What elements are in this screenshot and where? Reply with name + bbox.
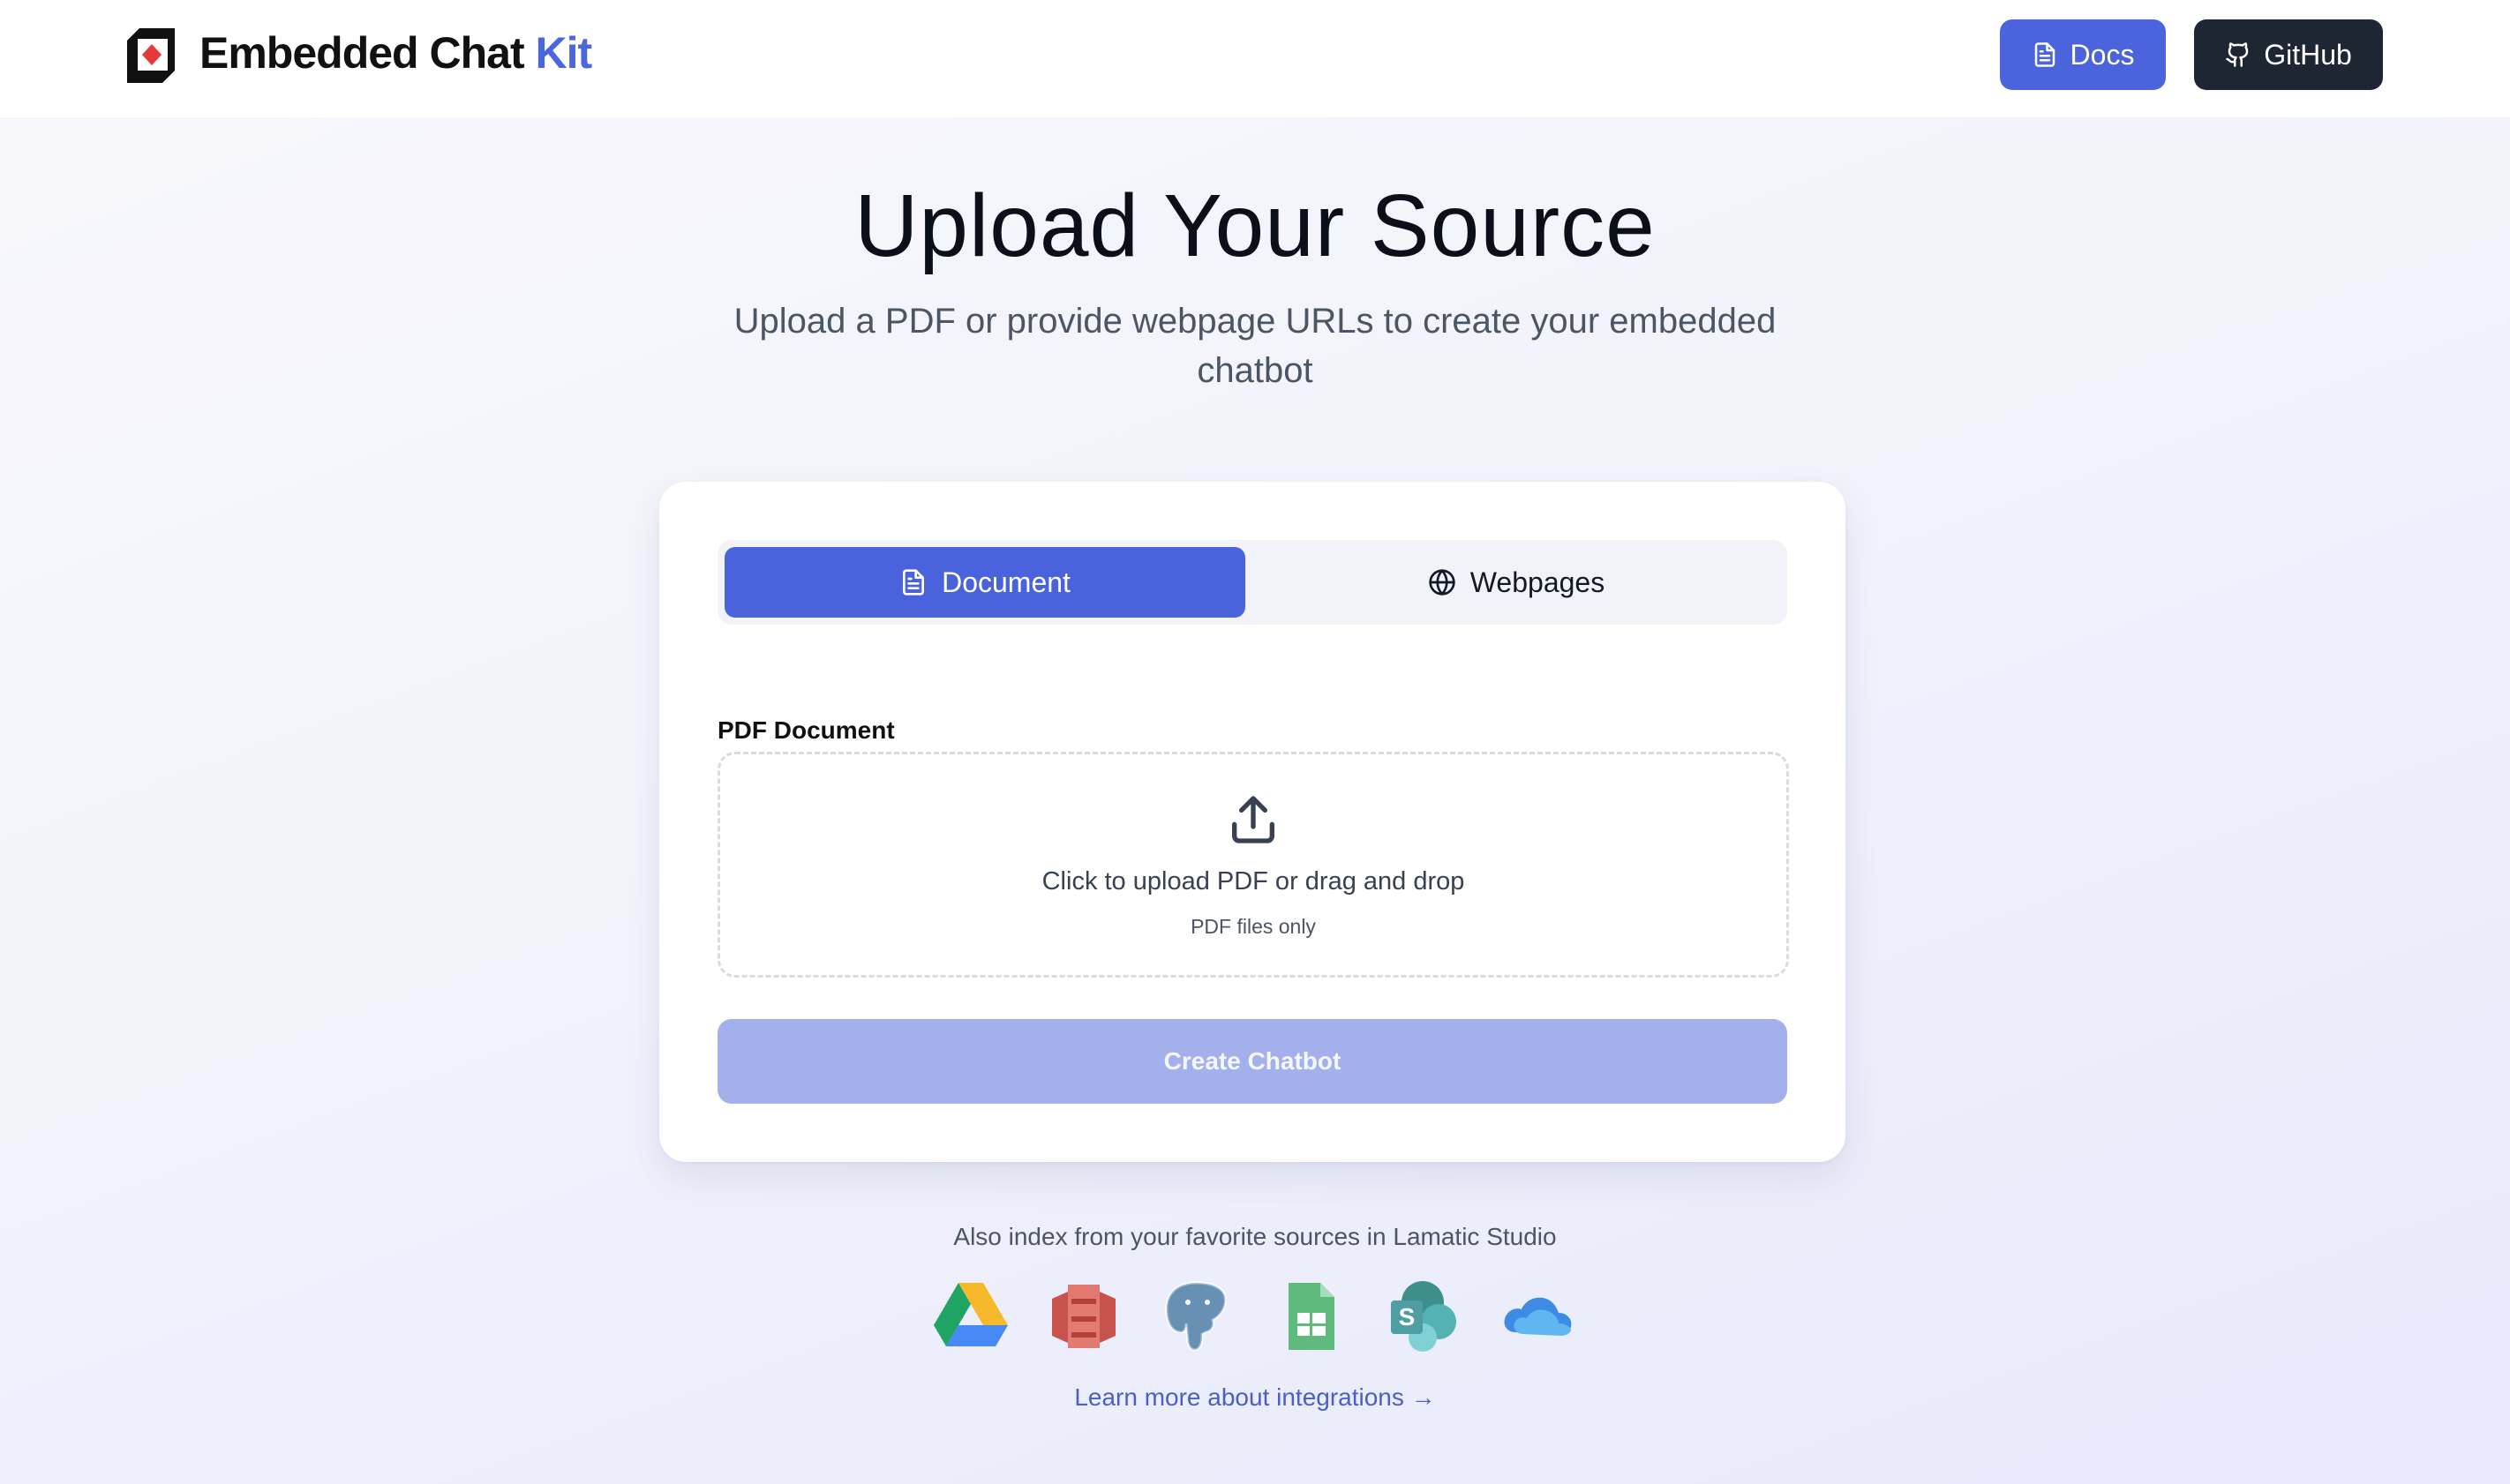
tab-document[interactable]: Document bbox=[725, 547, 1245, 618]
integration-icons-row: S bbox=[932, 1278, 1576, 1357]
learn-more-integrations-link[interactable]: Learn more about integrations → bbox=[0, 1382, 2510, 1413]
aws-s3-icon[interactable] bbox=[1045, 1278, 1123, 1355]
onedrive-icon[interactable] bbox=[1497, 1278, 1574, 1355]
docs-button[interactable]: Docs bbox=[2000, 19, 2166, 90]
docs-button-label: Docs bbox=[2070, 38, 2135, 71]
github-button[interactable]: GitHub bbox=[2194, 19, 2383, 90]
pdf-document-label: PDF Document bbox=[718, 716, 895, 744]
page-title: Upload Your Source bbox=[854, 176, 1656, 275]
upload-card: Document Webpages PDF Document Click to … bbox=[659, 482, 1845, 1162]
create-chatbot-button[interactable]: Create Chatbot bbox=[718, 1019, 1787, 1104]
file-text-icon bbox=[903, 569, 925, 596]
embedded-chat-kit-logo-icon[interactable] bbox=[120, 25, 182, 86]
brand-name-main: Embedded Chat bbox=[199, 28, 536, 78]
globe-icon bbox=[1429, 569, 1455, 596]
github-button-label: GitHub bbox=[2264, 38, 2352, 71]
postgresql-icon[interactable] bbox=[1158, 1278, 1236, 1355]
pdf-upload-dropzone[interactable]: Click to upload PDF or drag and drop PDF… bbox=[718, 752, 1789, 978]
tab-document-label: Document bbox=[942, 566, 1071, 598]
google-drive-icon[interactable] bbox=[932, 1278, 1010, 1355]
upload-icon bbox=[1232, 796, 1274, 843]
google-sheets-icon[interactable] bbox=[1271, 1278, 1349, 1355]
tab-webpages-label: Webpages bbox=[1469, 566, 1605, 598]
top-navigation-bar: Embedded Chat Kit Docs GitHub bbox=[0, 0, 2510, 117]
brand-name-accent: Kit bbox=[535, 28, 592, 78]
tab-webpages[interactable]: Webpages bbox=[1252, 547, 1780, 618]
brand-name[interactable]: Embedded Chat Kit bbox=[199, 26, 592, 79]
github-icon bbox=[2226, 42, 2249, 67]
source-type-tabs: Document Webpages bbox=[718, 540, 1787, 625]
sharepoint-icon[interactable]: S bbox=[1384, 1278, 1462, 1355]
svg-text:S: S bbox=[1399, 1303, 1416, 1330]
dropzone-instructions: Click to upload PDF or drag and drop bbox=[1041, 867, 1465, 896]
page-subtitle: Upload a PDF or provide webpage URLs to … bbox=[733, 302, 1777, 390]
integrations-intro: Also index from your favorite sources in… bbox=[953, 1223, 1557, 1250]
document-icon bbox=[2034, 42, 2055, 67]
dropzone-file-hint: PDF files only bbox=[1191, 915, 1316, 938]
